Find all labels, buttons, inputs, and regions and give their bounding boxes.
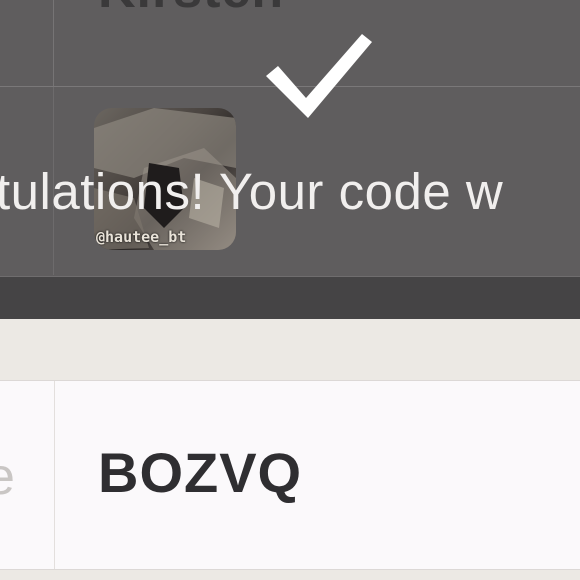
overlay-band: [0, 276, 580, 319]
column-divider: [54, 381, 55, 569]
row-name: Kirsten: [98, 0, 284, 20]
column-divider: [53, 0, 54, 86]
avatar-handle: @hautee_bt: [96, 228, 187, 246]
success-message: tulations! Your code w: [0, 163, 504, 220]
checkmark-icon: [262, 32, 374, 124]
code-value: BOZVQ: [98, 441, 303, 504]
code-label: e: [0, 448, 15, 506]
